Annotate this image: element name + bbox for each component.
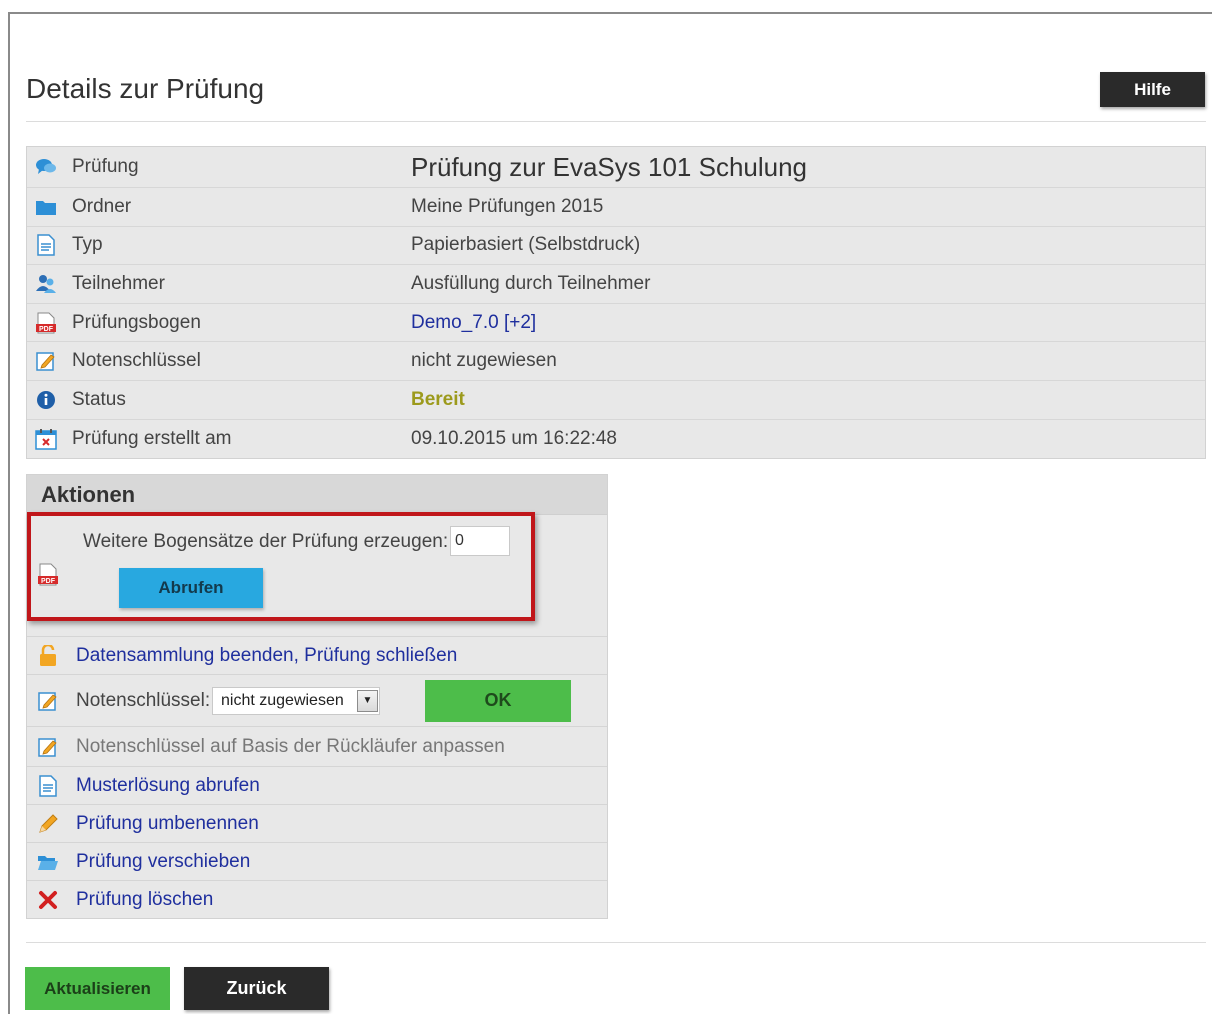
grade-key-selected-value: nicht zugewiesen: [221, 691, 344, 709]
edit-note-icon: [37, 736, 59, 758]
generate-sheets-label: Weitere Bogensätze der Prüfung erzeugen:: [83, 531, 449, 552]
adjust-grade-key-label: Notenschlüssel auf Basis der Rückläufer …: [76, 735, 505, 757]
exam-name-value: Prüfung zur EvaSys 101 Schulung: [411, 151, 808, 182]
folder-value: Meine Prüfungen 2015: [411, 195, 604, 217]
action-close-collection[interactable]: Datensammlung beenden, Prüfung schließen: [27, 637, 607, 675]
actions-panel: Aktionen Weitere Bogensätze der Prüfung …: [26, 474, 608, 919]
fetch-button[interactable]: Abrufen: [119, 568, 263, 608]
info-icon: [35, 389, 57, 411]
exam-form-link[interactable]: Demo_7.0 [+2]: [411, 312, 536, 334]
grade-key-select[interactable]: nicht zugewiesen ▼: [212, 686, 380, 715]
actions-heading: Aktionen: [27, 475, 607, 515]
generate-sheets-input[interactable]: [450, 526, 510, 556]
details-table: Prüfung Prüfung zur EvaSys 101 Schulung …: [26, 146, 1206, 460]
participants-value: Ausfüllung durch Teilnehmer: [411, 272, 651, 294]
rename-link[interactable]: Prüfung umbenennen: [76, 813, 259, 835]
svg-text:PDF: PDF: [41, 578, 56, 585]
grade-key-label: Notenschlüssel:: [76, 689, 211, 711]
detail-label: Teilnehmer: [72, 272, 165, 294]
detail-row-participants: Teilnehmer Ausfüllung durch Teilnehmer: [27, 265, 1205, 304]
detail-row-type: Typ Papierbasiert (Selbstdruck): [27, 227, 1205, 266]
page-title: Details zur Prüfung: [26, 73, 265, 104]
users-icon: [35, 273, 57, 295]
folder-icon: [35, 196, 57, 218]
action-delete[interactable]: Prüfung löschen: [27, 881, 607, 919]
speech-bubbles-icon: [35, 156, 57, 178]
type-value: Papierbasiert (Selbstdruck): [411, 234, 641, 256]
detail-row-status: Status Bereit: [27, 381, 1205, 420]
edit-note-icon: [35, 350, 57, 372]
sample-solution-link[interactable]: Musterlösung abrufen: [76, 775, 260, 797]
action-rename[interactable]: Prüfung umbenennen: [27, 805, 607, 843]
detail-label: Prüfungsbogen: [72, 311, 201, 333]
action-adjust-grade-key: Notenschlüssel auf Basis der Rückläufer …: [27, 727, 607, 767]
chevron-down-icon[interactable]: ▼: [357, 689, 378, 712]
generate-sheets-section: Weitere Bogensätze der Prüfung erzeugen:…: [27, 515, 607, 637]
pdf-icon: PDF: [35, 312, 57, 334]
back-button[interactable]: Zurück: [184, 967, 329, 1010]
calendar-icon: [35, 428, 57, 450]
detail-row-exam-form: PDF Prüfungsbogen Demo_7.0 [+2]: [27, 304, 1205, 343]
status-badge: Bereit: [411, 388, 465, 410]
move-link[interactable]: Prüfung verschieben: [76, 851, 250, 873]
document-icon: [35, 234, 57, 257]
svg-text:PDF: PDF: [39, 326, 54, 333]
detail-row-grade-key: Notenschlüssel nicht zugewiesen: [27, 342, 1205, 381]
delete-link[interactable]: Prüfung löschen: [76, 889, 213, 911]
grade-key-value: nicht zugewiesen: [411, 350, 557, 372]
detail-row-created: Prüfung erstellt am 09.10.2015 um 16:22:…: [27, 420, 1205, 459]
detail-label: Prüfung erstellt am: [72, 427, 232, 449]
action-grade-key: Notenschlüssel: nicht zugewiesen ▼ OK: [27, 675, 607, 727]
close-collection-link[interactable]: Datensammlung beenden, Prüfung schließen: [76, 645, 457, 667]
folder-open-icon: [37, 851, 59, 873]
created-value: 09.10.2015 um 16:22:48: [411, 427, 618, 449]
action-sample-solution[interactable]: Musterlösung abrufen: [27, 767, 607, 805]
action-move[interactable]: Prüfung verschieben: [27, 843, 607, 881]
unlock-icon: [37, 644, 59, 667]
footer-divider: [26, 942, 1206, 943]
detail-label: Ordner: [72, 195, 132, 217]
edit-note-icon: [37, 690, 59, 712]
detail-row-folder: Ordner Meine Prüfungen 2015: [27, 188, 1205, 227]
help-button[interactable]: Hilfe: [1100, 72, 1205, 107]
detail-label: Prüfung: [72, 156, 139, 177]
ok-button[interactable]: OK: [425, 679, 571, 722]
delete-x-icon: [37, 889, 59, 911]
update-button[interactable]: Aktualisieren: [25, 967, 170, 1010]
document-icon: [37, 774, 59, 797]
detail-label: Typ: [72, 234, 103, 256]
pdf-icon: PDF: [37, 563, 59, 592]
pencil-icon: [37, 813, 59, 835]
detail-label: Status: [72, 388, 126, 410]
detail-label: Notenschlüssel: [72, 350, 201, 372]
title-divider: [26, 121, 1206, 122]
detail-row-exam: Prüfung Prüfung zur EvaSys 101 Schulung: [27, 147, 1205, 188]
